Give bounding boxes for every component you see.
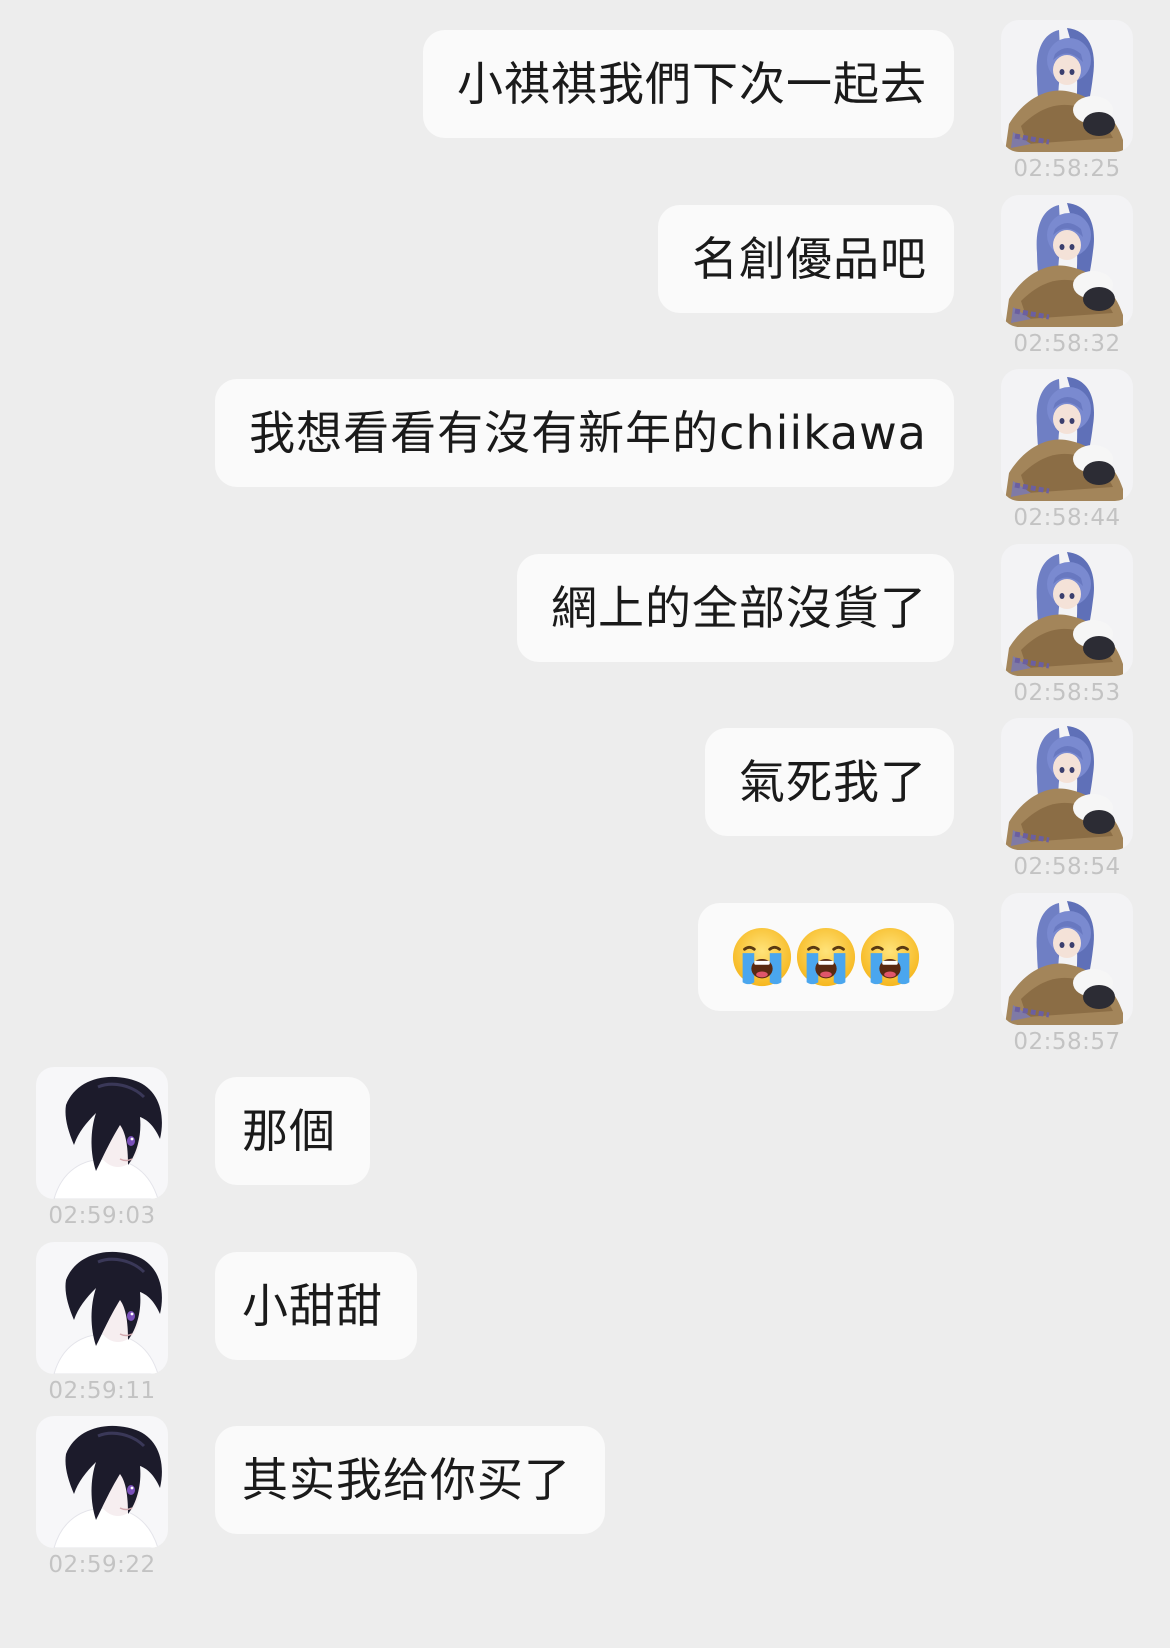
message-row-sent: 我想看看有沒有新年的chiikawa 02:58:44: [0, 369, 1170, 539]
message-bubble[interactable]: 其实我给你买了: [215, 1426, 605, 1534]
message-row-sent: 小祺祺我們下次一起去 02:58:25: [0, 20, 1170, 190]
loudly-crying-face-icon: [859, 926, 921, 988]
message-timestamp: 02:58:54: [1013, 854, 1121, 880]
message-timestamp: 02:59:11: [48, 1377, 156, 1404]
message-timestamp: 02:59:03: [48, 1203, 156, 1229]
message-row-received: 小甜甜 02:59:11: [0, 1241, 1170, 1412]
loudly-crying-face-icon: [731, 926, 793, 988]
chat-message-list[interactable]: 小祺祺我們下次一起去 02:58:25 名創優品吧 02:58:32 我想看看有沒有…: [0, 0, 1170, 1648]
recipient-avatar[interactable]: [36, 1241, 168, 1374]
message-timestamp: 02:58:53: [1013, 679, 1121, 706]
message-timestamp: 02:58:32: [1013, 330, 1121, 357]
message-row-sent: 氣死我了 02:58:54: [0, 718, 1170, 888]
message-row-sent: 02:58:57: [0, 892, 1170, 1063]
sender-avatar[interactable]: [1001, 543, 1133, 676]
message-bubble[interactable]: 小祺祺我們下次一起去: [423, 30, 954, 138]
message-row-received: 那個 02:59:03: [0, 1067, 1170, 1237]
message-timestamp: 02:58:25: [1013, 156, 1121, 182]
message-bubble[interactable]: 名創優品吧: [658, 204, 954, 313]
message-row-sent: 網上的全部沒貨了 02:58:53: [0, 543, 1170, 714]
message-bubble-emoji[interactable]: [698, 902, 954, 1011]
recipient-avatar[interactable]: [36, 1067, 168, 1199]
message-timestamp: 02:59:22: [48, 1552, 156, 1578]
message-bubble[interactable]: 氣死我了: [705, 728, 954, 836]
message-bubble[interactable]: 我想看看有沒有新年的chiikawa: [215, 379, 954, 487]
message-bubble[interactable]: 那個: [215, 1077, 370, 1185]
message-bubble[interactable]: 小甜甜: [215, 1251, 417, 1360]
loudly-crying-face-icon: [795, 926, 857, 988]
sender-avatar[interactable]: [1001, 892, 1133, 1025]
message-row-sent: 名創優品吧 02:58:32: [0, 194, 1170, 365]
sender-avatar[interactable]: [1001, 194, 1133, 327]
sender-avatar[interactable]: [1001, 718, 1133, 850]
recipient-avatar[interactable]: [36, 1416, 168, 1548]
message-row-received: 其实我给你买了 02:59:22: [0, 1416, 1170, 1586]
sender-avatar[interactable]: [1001, 20, 1133, 152]
message-timestamp: 02:58:44: [1013, 505, 1121, 531]
sender-avatar[interactable]: [1001, 369, 1133, 501]
message-bubble[interactable]: 網上的全部沒貨了: [517, 553, 954, 662]
message-timestamp: 02:58:57: [1013, 1028, 1121, 1055]
